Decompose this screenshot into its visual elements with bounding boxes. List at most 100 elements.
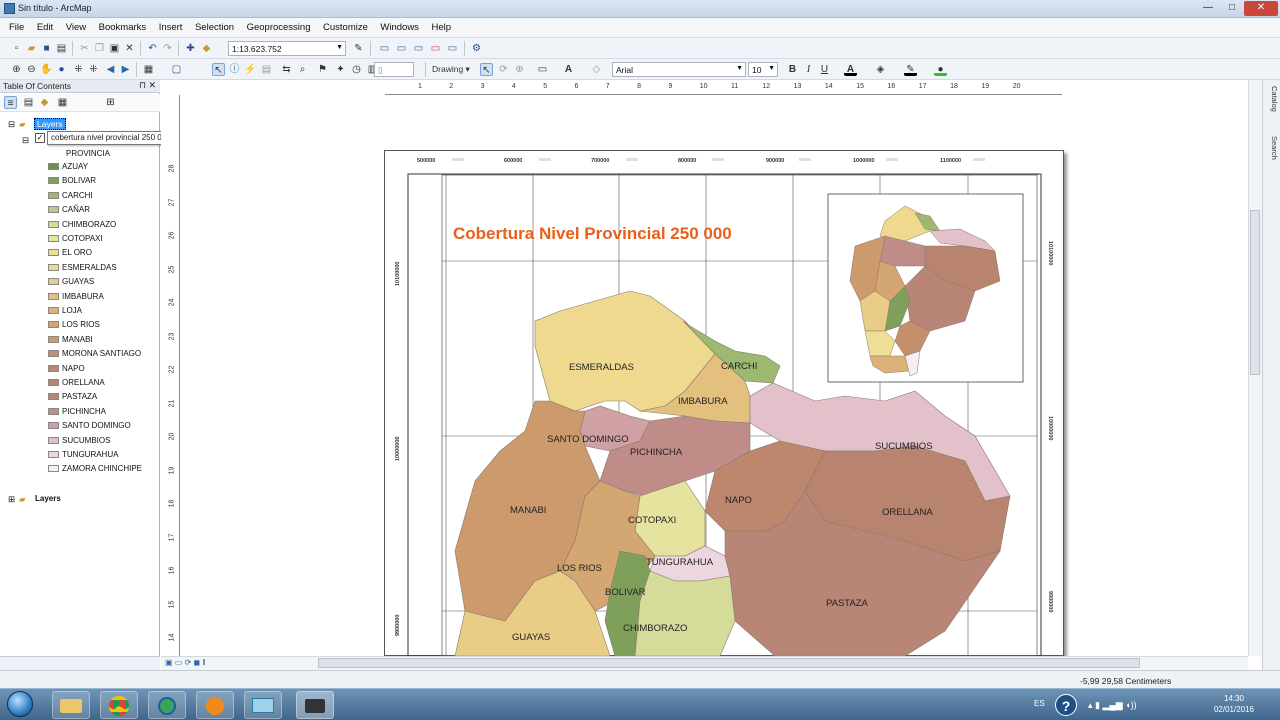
menu-customize[interactable]: Customize (318, 18, 373, 33)
fill-color-icon[interactable]: ◈ (874, 63, 887, 76)
layer-visibility-checkbox[interactable]: ✓ (35, 133, 45, 143)
forward-extent-icon[interactable]: ▶ (119, 63, 132, 76)
search-window-icon[interactable]: ▭ (429, 42, 442, 55)
menu-windows[interactable]: Windows (375, 18, 424, 33)
list-by-selection-icon[interactable]: ▦ (56, 96, 69, 109)
arcmap-taskbar-icon[interactable] (296, 691, 334, 719)
list-by-drawing-order-icon[interactable]: ≡ (4, 96, 17, 109)
menu-file[interactable]: File (4, 18, 29, 33)
legend-item[interactable]: EL ORO (48, 248, 92, 257)
redo-icon[interactable]: ↷ (161, 42, 174, 55)
toc-close-icon[interactable]: ✕ (148, 80, 156, 91)
close-button[interactable]: ✕ (1244, 1, 1278, 16)
find-icon[interactable]: ⌕ (296, 63, 309, 76)
font-size-combo[interactable]: 10 ▼ (748, 62, 778, 77)
legend-item[interactable]: LOJA (48, 306, 82, 315)
underline-button[interactable]: U (818, 63, 831, 76)
legend-item[interactable]: CHIMBORAZO (48, 220, 116, 229)
menu-insert[interactable]: Insert (154, 18, 188, 33)
menu-geoprocessing[interactable]: Geoprocessing (242, 18, 316, 33)
bold-button[interactable]: B (786, 63, 799, 76)
drawing-select-icon[interactable]: ↖ (480, 63, 493, 76)
text-tool-icon[interactable]: A (562, 63, 575, 76)
legend-item[interactable]: NAPO (48, 364, 85, 373)
rotate-icon[interactable]: ⟳ (497, 63, 510, 76)
map-layout-svg[interactable]: 500000 600000 700000 800000 900000 10000… (385, 151, 1063, 656)
explorer-taskbar-icon[interactable] (52, 691, 90, 719)
copy-icon[interactable]: ❐ (93, 42, 106, 55)
legend-item[interactable]: ORELLANA (48, 378, 105, 387)
font-color-button[interactable]: A (844, 63, 857, 76)
add-data-icon[interactable]: ✚ (184, 42, 197, 55)
language-indicator[interactable]: ES (1034, 699, 1045, 708)
legend-item[interactable]: SUCUMBIOS (48, 436, 110, 445)
add-layer-icon[interactable]: ◆ (200, 42, 213, 55)
identify-icon[interactable]: ⓘ (228, 63, 241, 76)
full-extent-icon[interactable]: ● (55, 63, 68, 76)
tray-icons[interactable]: ▴ ▮ ▂▄▆ ◖)) (1088, 700, 1137, 711)
font-name-combo[interactable]: Arial ▼ (612, 62, 746, 77)
pin-icon[interactable]: ⊓ (139, 80, 146, 91)
print-icon[interactable]: ▤ (55, 42, 68, 55)
rectangle-icon[interactable]: ▭ (536, 63, 549, 76)
menu-bookmarks[interactable]: Bookmarks (94, 18, 152, 33)
catalog-tab[interactable]: Catalog (1265, 86, 1279, 112)
fixed-zoom-in-icon[interactable]: ⁜ (72, 63, 85, 76)
paste-icon[interactable]: ▣ (108, 42, 121, 55)
toc-scrollbar[interactable] (0, 656, 160, 670)
legend-item[interactable]: IMBABURA (48, 292, 104, 301)
undo-icon[interactable]: ↶ (146, 42, 159, 55)
legend-item[interactable]: COTOPAXI (48, 234, 103, 243)
zoom-out-icon[interactable]: ⊖ (25, 63, 38, 76)
marker-color-icon[interactable]: ● (934, 63, 947, 76)
back-extent-icon[interactable]: ◀ (104, 63, 117, 76)
legend-item[interactable]: SANTO DOMINGO (48, 421, 131, 430)
help-icon[interactable]: ? (1055, 694, 1077, 716)
drawing-menu[interactable]: Drawing ▾ (432, 63, 477, 76)
arctoolbox-icon[interactable]: ▭ (446, 42, 459, 55)
legend-item[interactable]: TUNGURAHUA (48, 450, 118, 459)
expand-icon[interactable]: ⊞ (8, 494, 15, 505)
go-to-xy-icon[interactable]: ✦ (334, 63, 347, 76)
network-taskbar-icon[interactable] (244, 691, 282, 719)
options-icon[interactable]: ⊞ (104, 96, 117, 109)
qgis-taskbar-icon[interactable] (148, 691, 186, 719)
select-elements-icon[interactable]: ↖ (212, 63, 225, 76)
legend-item[interactable]: MORONA SANTIAGO (48, 349, 141, 358)
zoom-whole-page-icon[interactable]: ⊕ (513, 63, 526, 76)
measure-icon[interactable]: ⇆ (280, 63, 293, 76)
chrome-taskbar-icon[interactable] (100, 691, 138, 719)
menu-edit[interactable]: Edit (32, 18, 58, 33)
time-slider-icon[interactable]: ◷ (350, 63, 363, 76)
legend-item[interactable]: CAÑAR (48, 205, 90, 214)
editor-icon[interactable]: ✎ (352, 42, 365, 55)
cut-icon[interactable]: ✂ (78, 42, 91, 55)
minimize-button[interactable]: — (1196, 1, 1220, 16)
legend-item[interactable]: PASTAZA (48, 392, 97, 401)
dataframe-name[interactable]: Layers (34, 118, 66, 130)
menu-selection[interactable]: Selection (190, 18, 239, 33)
select-features-icon[interactable]: ▦ (142, 63, 155, 76)
taskbar-clock[interactable]: 14:30 02/01/2016 (1204, 693, 1264, 715)
delete-icon[interactable]: ✕ (123, 42, 136, 55)
table-of-contents-icon[interactable]: ▭ (395, 42, 408, 55)
second-dataframe-name[interactable]: Layers (35, 494, 61, 503)
html-popup-icon[interactable]: ▤ (260, 63, 273, 76)
legend-item[interactable]: LOS RIOS (48, 320, 100, 329)
italic-button[interactable]: I (802, 63, 815, 76)
line-color-icon[interactable]: ✎ (904, 63, 917, 76)
search-tab[interactable]: Search (1265, 136, 1279, 160)
legend-item[interactable]: AZUAY (48, 162, 88, 171)
zoom-in-icon[interactable]: ⊕ (10, 63, 23, 76)
legend-item[interactable]: MANABI (48, 335, 93, 344)
legend-item[interactable]: GUAYAS (48, 277, 94, 286)
map-scale-combo[interactable]: 1:13.623.752 ▼ (228, 41, 346, 56)
model-builder-icon[interactable]: ⚙ (470, 42, 483, 55)
vertical-scroll-thumb[interactable] (1250, 210, 1260, 375)
legend-item[interactable]: BOLIVAR (48, 176, 96, 185)
save-icon[interactable]: ■ (40, 42, 53, 55)
maximize-button[interactable]: □ (1220, 1, 1244, 16)
horizontal-scroll-thumb[interactable] (318, 658, 1140, 668)
open-folder-icon[interactable]: ▰ (25, 42, 38, 55)
expand-collapse-icon[interactable]: ⊟ (8, 119, 15, 130)
